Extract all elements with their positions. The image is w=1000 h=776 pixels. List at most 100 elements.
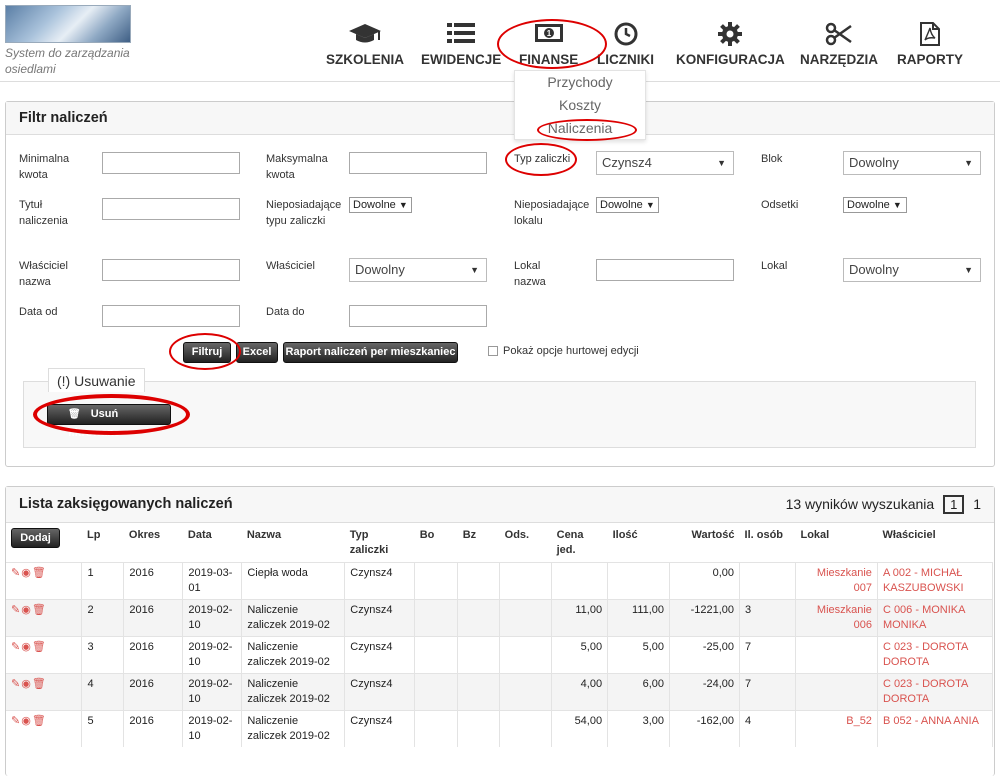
view-icon[interactable]: ◉ <box>21 567 32 579</box>
tytul-input[interactable] <box>102 198 240 220</box>
col-header[interactable]: Cena jed. <box>552 524 608 563</box>
cell-ods <box>499 710 553 747</box>
col-header[interactable]: Ods. <box>500 524 552 563</box>
raport-button[interactable]: Raport naliczeń per mieszkaniec <box>283 342 458 363</box>
col-header[interactable]: Bo <box>415 524 458 563</box>
cell-lokal[interactable] <box>795 636 878 674</box>
cell-nazwa: Naliczenie zaliczek 2019-02 <box>241 710 346 747</box>
cell-bz <box>457 562 501 600</box>
svg-text:1: 1 <box>546 29 551 38</box>
cell-data: 2019-03-01 <box>182 562 243 600</box>
cell-cena: 11,00 <box>551 599 609 637</box>
cell-osob: 7 <box>739 636 796 674</box>
nav-liczniki[interactable]: LICZNIKI <box>597 22 654 67</box>
col-header[interactable]: Il. osób <box>740 524 796 563</box>
filtruj-button[interactable]: Filtruj <box>183 342 231 363</box>
cell-wartosc: -162,00 <box>669 710 741 747</box>
edit-icon[interactable]: ✎ <box>11 641 21 653</box>
edit-icon[interactable]: ✎ <box>11 567 21 579</box>
nav-narzedzia[interactable]: NARZĘDZIA <box>800 22 878 67</box>
edit-icon[interactable]: ✎ <box>11 715 21 727</box>
cell-wlasciciel[interactable]: B 052 - ANNA ANIA <box>877 710 994 747</box>
cell-lokal[interactable]: B_52 <box>795 710 878 747</box>
nav-ewidencje[interactable]: EWIDENCJE <box>421 22 501 67</box>
cell-wlasciciel[interactable]: A 002 - MICHAŁ KASZUBOWSKI <box>877 562 994 600</box>
col-header[interactable]: Ilość <box>608 524 670 563</box>
dodaj-button[interactable]: Dodaj <box>11 528 60 548</box>
view-icon[interactable]: ◉ <box>21 715 32 727</box>
col-header[interactable]: Okres <box>124 524 183 563</box>
cell-lp: 1 <box>81 562 125 600</box>
col-header[interactable]: Bz <box>458 524 500 563</box>
row-actions: ✎◉🗑 <box>6 673 83 711</box>
typ-zaliczki-select[interactable]: Czynsz4 ▼ <box>596 151 734 175</box>
col-header[interactable]: Właściciel <box>877 524 992 563</box>
nieposiadajace-lokalu-value: Dowolne <box>600 199 643 211</box>
submenu-item-koszty[interactable]: Koszty <box>515 94 645 117</box>
wlasciciel-nazwa-label: Właściciel nazwa <box>19 260 68 288</box>
cell-lokal[interactable] <box>795 673 878 711</box>
cell-cena: 54,00 <box>551 710 609 747</box>
col-header[interactable]: Wartość <box>670 524 740 563</box>
cell-lokal[interactable]: Mieszkanie 006 <box>795 599 878 637</box>
nav-finanse[interactable]: 1 FINANSE <box>519 22 578 67</box>
blok-select[interactable]: Dowolny ▼ <box>843 151 981 175</box>
cell-data: 2019-02-10 <box>182 599 243 637</box>
nav-raporty[interactable]: RAPORTY <box>897 22 963 67</box>
nieposiadajace-typu-value: Dowolne <box>353 199 396 211</box>
odsetki-select[interactable]: Dowolne ▼ <box>843 197 907 213</box>
chevron-down-icon: ▼ <box>645 200 655 210</box>
cell-lokal[interactable]: Mieszkanie 007 <box>795 562 878 600</box>
hurtowa-checkbox[interactable] <box>488 346 498 356</box>
cell-wlasciciel[interactable]: C 023 - DOROTA DOROTA <box>877 673 994 711</box>
col-header[interactable]: Data <box>183 524 242 563</box>
edit-icon[interactable]: ✎ <box>11 678 21 690</box>
delete-icon[interactable]: 🗑 <box>32 641 47 653</box>
logo[interactable] <box>5 5 131 43</box>
view-icon[interactable]: ◉ <box>21 604 32 616</box>
min-kwota-input[interactable] <box>102 152 240 174</box>
list-title: Lista zaksięgowanych naliczeń <box>19 496 233 512</box>
cell-ods <box>499 562 553 600</box>
cell-wlasciciel[interactable]: C 006 - MONIKA MONIKA <box>877 599 994 637</box>
delete-icon[interactable]: 🗑 <box>32 678 47 690</box>
cell-bz <box>457 673 501 711</box>
app-tagline: System do zarządzania osiedlami <box>5 46 130 76</box>
delete-icon[interactable]: 🗑 <box>32 604 47 616</box>
delete-icon[interactable]: 🗑 <box>32 715 47 727</box>
edit-icon[interactable]: ✎ <box>11 604 21 616</box>
cell-wartosc: -25,00 <box>669 636 741 674</box>
cell-cena <box>551 562 609 600</box>
cell-wlasciciel[interactable]: C 023 - DOROTA DOROTA <box>877 636 994 674</box>
data-do-input[interactable] <box>349 305 487 327</box>
wlasciciel-select[interactable]: Dowolny ▼ <box>349 258 487 282</box>
excel-button[interactable]: Excel <box>236 342 278 363</box>
wlasciciel-nazwa-input[interactable] <box>102 259 240 281</box>
delete-icon[interactable]: 🗑 <box>32 567 47 579</box>
nieposiadajace-lokalu-select[interactable]: Dowolne ▼ <box>596 197 659 213</box>
nieposiadajace-typu-select[interactable]: Dowolne ▼ <box>349 197 412 213</box>
nav-szkolenia[interactable]: SZKOLENIA <box>326 22 404 67</box>
nav-label: NARZĘDZIA <box>800 52 878 67</box>
chevron-down-icon: ▼ <box>964 158 973 168</box>
col-header[interactable]: Nazwa <box>242 524 345 563</box>
cell-cena: 5,00 <box>551 636 609 674</box>
page-input[interactable]: 1 <box>943 495 965 514</box>
col-header[interactable]: Typ zaliczki <box>345 524 415 563</box>
cell-okres: 2016 <box>123 673 184 711</box>
chevron-down-icon: ▼ <box>398 200 408 210</box>
lokal-nazwa-input[interactable] <box>596 259 734 281</box>
cell-lp: 4 <box>81 673 125 711</box>
data-od-input[interactable] <box>102 305 240 327</box>
usun-filtrowane-button[interactable]: 🗑 Usuń filtrowane <box>47 404 171 439</box>
col-header[interactable]: Lp <box>82 524 124 563</box>
submenu-item-przychody[interactable]: Przychody <box>515 71 645 94</box>
nav-konfiguracja[interactable]: KONFIGURACJA <box>676 22 785 67</box>
view-icon[interactable]: ◉ <box>21 678 32 690</box>
lokal-select[interactable]: Dowolny ▼ <box>843 258 981 282</box>
col-header[interactable]: Lokal <box>795 524 877 563</box>
view-icon[interactable]: ◉ <box>21 641 32 653</box>
max-kwota-input[interactable] <box>349 152 487 174</box>
cell-lp: 3 <box>81 636 125 674</box>
submenu-item-naliczenia[interactable]: Naliczenia <box>515 117 645 140</box>
